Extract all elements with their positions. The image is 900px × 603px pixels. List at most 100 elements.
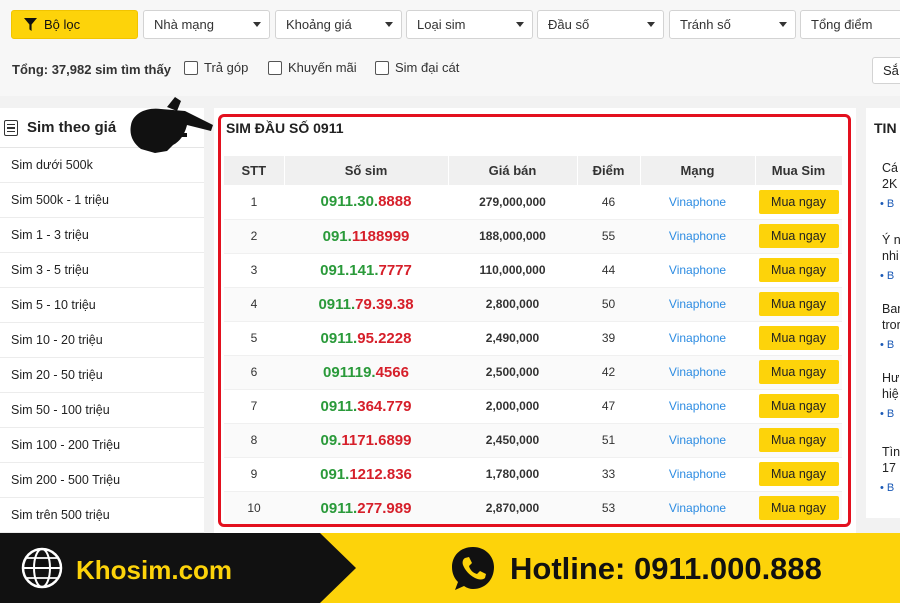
hotline-text: Hotline: 0911.000.888 bbox=[510, 551, 822, 586]
sidebar-item[interactable]: Sim 200 - 500 Triệu bbox=[0, 463, 204, 498]
sim-points: 53 bbox=[577, 491, 640, 526]
buy-now-button[interactable]: Mua ngay bbox=[758, 189, 839, 214]
buy-now-button[interactable]: Mua ngay bbox=[758, 360, 839, 384]
sidebar-item[interactable]: Sim 3 - 5 triệu bbox=[0, 253, 204, 288]
row-index: 7 bbox=[224, 389, 284, 424]
buy-now-button[interactable]: Mua ngay bbox=[758, 462, 839, 486]
sim-number[interactable]: 091119.4566 bbox=[284, 355, 448, 390]
checkbox-box[interactable] bbox=[268, 60, 282, 75]
checkbox-box[interactable] bbox=[184, 60, 198, 75]
sim-network[interactable]: Vinaphone bbox=[640, 389, 755, 424]
buy-now-button[interactable]: Mua ngay bbox=[758, 428, 839, 452]
news-item-title[interactable]: Cá 2K bbox=[882, 160, 898, 192]
table-row: 9 091.1212.836 1,780,000 33 Vinaphone Mua nga… bbox=[224, 457, 842, 492]
sidebar-item[interactable]: Sim trên 500 triệu bbox=[0, 498, 204, 533]
news-panel: TIN Cá 2K • B Ý n nhi • B Bar tror • B Hư hiệ •… bbox=[866, 108, 900, 518]
section-title: SIM ĐẦU SỐ 0911 bbox=[226, 120, 344, 136]
sidebar-item[interactable]: Sim 5 - 10 triệu bbox=[0, 288, 204, 323]
sim-number[interactable]: 0911.277.989 bbox=[284, 491, 448, 526]
table-body: 1 0911.30.8888 279,000,000 46 Vinaphone Mua n… bbox=[224, 185, 842, 526]
sidebar-title: Sim theo giá bbox=[27, 119, 117, 136]
header-price: Giá bán bbox=[448, 156, 578, 185]
sim-number-highlight: 8888 bbox=[378, 193, 412, 211]
promotion-label: Khuyến mãi bbox=[288, 60, 357, 75]
sim-number[interactable]: 09.1171.6899 bbox=[284, 423, 448, 458]
buy-cell: Mua ngay bbox=[755, 321, 842, 356]
grand-sim-checkbox[interactable]: Sim đại cát bbox=[375, 60, 459, 75]
buy-now-button[interactable]: Mua ngay bbox=[758, 394, 839, 418]
buy-now-button[interactable]: Mua ngay bbox=[758, 224, 839, 248]
sim-number[interactable]: 0911.79.39.38 bbox=[284, 287, 448, 322]
filter-bar: Bộ lọc Nhà mạng Khoảng giá Loại sim Đầu … bbox=[0, 0, 900, 96]
buy-cell: Mua ngay bbox=[755, 457, 842, 492]
funnel-icon bbox=[24, 18, 37, 31]
buy-now-button[interactable]: Mua ngay bbox=[758, 258, 839, 282]
avoid-digits-label: Tránh số bbox=[680, 17, 731, 32]
sim-network[interactable]: Vinaphone bbox=[640, 253, 755, 288]
sim-number-highlight: 1171.6899 bbox=[341, 431, 412, 449]
avoid-digits-dropdown[interactable]: Tránh số bbox=[669, 10, 796, 39]
header-points: Điểm bbox=[577, 156, 641, 185]
sim-type-dropdown[interactable]: Loại sim bbox=[406, 10, 533, 39]
sim-network[interactable]: Vinaphone bbox=[640, 423, 755, 458]
news-item-title[interactable]: Hư hiệ bbox=[882, 370, 899, 402]
sim-network[interactable]: Vinaphone bbox=[640, 491, 755, 526]
sim-number-prefix: 0911. bbox=[320, 499, 358, 517]
table-row: 4 0911.79.39.38 2,800,000 50 Vinaphone Mua ng… bbox=[224, 287, 842, 322]
installment-checkbox[interactable]: Trả góp bbox=[184, 60, 248, 75]
buy-now-button[interactable]: Mua ngay bbox=[758, 496, 839, 520]
sim-number-highlight: 4566 bbox=[375, 363, 409, 381]
sort-dropdown[interactable]: Sắ bbox=[872, 57, 900, 84]
buy-cell: Mua ngay bbox=[755, 355, 842, 390]
sidebar-item[interactable]: Sim 100 - 200 Triệu bbox=[0, 428, 204, 463]
buy-now-button[interactable]: Mua ngay bbox=[758, 292, 839, 316]
sim-number[interactable]: 0911.30.8888 bbox=[284, 185, 448, 220]
sim-number[interactable]: 0911.95.2228 bbox=[284, 321, 448, 356]
prefix-label: Đầu số bbox=[548, 17, 590, 32]
result-count: Tổng: 37,982 sim tìm thấy bbox=[12, 62, 171, 77]
sim-network[interactable]: Vinaphone bbox=[640, 457, 755, 492]
promotion-checkbox[interactable]: Khuyến mãi bbox=[268, 60, 357, 75]
installment-label: Trả góp bbox=[204, 60, 249, 75]
brand-name: Khosim.com bbox=[76, 555, 233, 585]
sim-number[interactable]: 091.141.7777 bbox=[284, 253, 448, 288]
sim-number-prefix: 09. bbox=[320, 431, 342, 449]
sidebar-item[interactable]: Sim 50 - 100 triệu bbox=[0, 393, 204, 428]
news-item-title[interactable]: Ý n nhi bbox=[882, 232, 900, 264]
sim-network[interactable]: Vinaphone bbox=[640, 287, 755, 322]
sim-number[interactable]: 091.1188999 bbox=[284, 219, 448, 254]
sim-network[interactable]: Vinaphone bbox=[640, 219, 755, 254]
grand-sim-label: Sim đại cát bbox=[395, 60, 460, 75]
news-item-meta: • B bbox=[880, 198, 895, 210]
checkbox-box[interactable] bbox=[375, 60, 389, 75]
news-item-title[interactable]: Bar tror bbox=[882, 301, 900, 333]
price-range-dropdown[interactable]: Khoảng giá bbox=[275, 10, 402, 39]
sidebar-item[interactable]: Sim 20 - 50 triệu bbox=[0, 358, 204, 393]
sim-number[interactable]: 091.1212.836 bbox=[284, 457, 448, 492]
news-item-meta: • B bbox=[880, 339, 895, 351]
sidebar-item[interactable]: Sim 500k - 1 triệu bbox=[0, 183, 204, 218]
buy-cell: Mua ngay bbox=[755, 185, 842, 220]
table-row: 3 091.141.7777 110,000,000 44 Vinaphone Mua n… bbox=[224, 253, 842, 288]
price-range-label: Khoảng giá bbox=[286, 17, 352, 32]
prefix-dropdown[interactable]: Đầu số bbox=[537, 10, 664, 39]
sim-network[interactable]: Vinaphone bbox=[640, 185, 755, 220]
filter-button[interactable]: Bộ lọc bbox=[11, 10, 138, 39]
sidebar-item[interactable]: Sim 1 - 3 triệu bbox=[0, 218, 204, 253]
buy-now-button[interactable]: Mua ngay bbox=[758, 326, 839, 350]
row-index: 9 bbox=[224, 457, 284, 492]
sim-number-prefix: 091.141. bbox=[320, 261, 379, 279]
sim-number[interactable]: 0911.364.779 bbox=[284, 389, 448, 424]
sim-network[interactable]: Vinaphone bbox=[640, 355, 755, 390]
sidebar-item[interactable]: Sim 10 - 20 triệu bbox=[0, 323, 204, 358]
sim-network[interactable]: Vinaphone bbox=[640, 321, 755, 356]
row-index: 10 bbox=[224, 491, 284, 526]
sim-number-highlight: 95.2228 bbox=[357, 329, 412, 347]
total-points-dropdown[interactable]: Tổng điểm bbox=[800, 10, 900, 39]
network-dropdown[interactable]: Nhà mạng bbox=[143, 10, 270, 39]
header-stt: STT bbox=[224, 156, 285, 185]
sim-points: 46 bbox=[577, 185, 640, 220]
sim-points: 51 bbox=[577, 423, 640, 458]
buy-cell: Mua ngay bbox=[755, 253, 842, 288]
news-item-title[interactable]: Tìn 17 bbox=[882, 444, 900, 476]
